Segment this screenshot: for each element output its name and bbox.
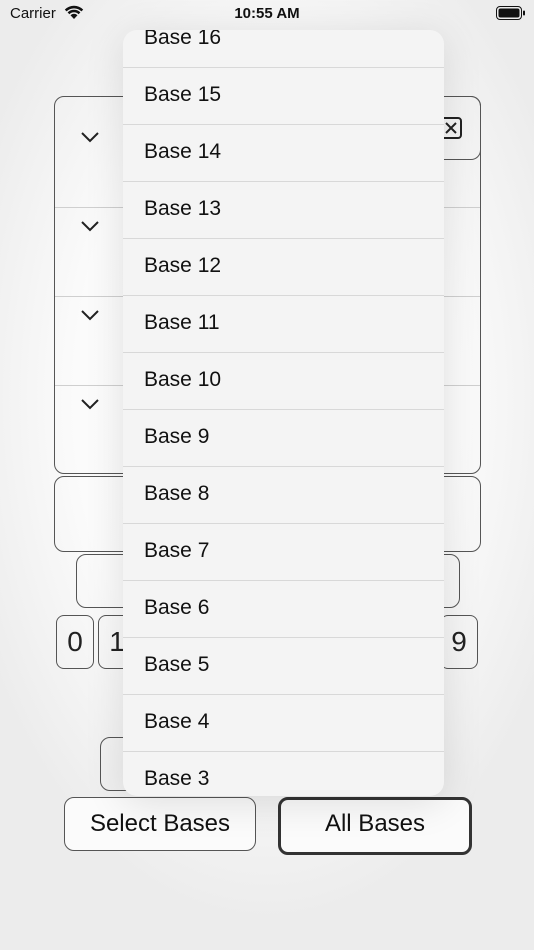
list-item-label: Base 16 [144,30,222,49]
clock: 10:55 AM [234,5,300,22]
list-item-label: Base 4 [144,710,210,733]
all-bases-button[interactable]: All Bases [278,797,472,855]
list-item-label: Base 3 [144,767,210,790]
status-bar: Carrier 10:55 AM [0,0,534,28]
list-item-label: Base 10 [144,368,222,391]
list-item-base-8[interactable]: Base 8 [123,467,444,524]
select-bases-button[interactable]: Select Bases [64,797,256,851]
list-item-label: Base 5 [144,653,210,676]
list-item-label: Base 12 [144,254,222,277]
chevron-down-icon[interactable] [80,130,100,148]
list-item-base-3[interactable]: Base 3 [123,752,444,796]
list-item-label: Base 8 [144,482,210,505]
list-item-base-16[interactable]: Base 16 [123,30,444,68]
list-item-label: Base 13 [144,197,222,220]
chevron-down-icon[interactable] [80,219,100,237]
list-item-base-7[interactable]: Base 7 [123,524,444,581]
chevron-down-icon[interactable] [80,397,100,415]
list-item-label: Base 15 [144,83,222,106]
battery-icon [496,6,526,26]
list-item-base-10[interactable]: Base 10 [123,353,444,410]
list-item-base-5[interactable]: Base 5 [123,638,444,695]
base-picker-popover: Base 16 Base 15 Base 14 Base 13 Base 12 … [123,30,444,796]
list-item-base-4[interactable]: Base 4 [123,695,444,752]
list-item-base-13[interactable]: Base 13 [123,182,444,239]
list-item-base-6[interactable]: Base 6 [123,581,444,638]
list-item-label: Base 14 [144,140,222,163]
list-item-label: Base 9 [144,425,210,448]
list-item-base-15[interactable]: Base 15 [123,68,444,125]
list-item-base-11[interactable]: Base 11 [123,296,444,353]
list-item-label: Base 6 [144,596,210,619]
digit-key-9[interactable]: 9 [440,615,478,669]
list-item-base-14[interactable]: Base 14 [123,125,444,182]
chevron-down-icon[interactable] [80,308,100,326]
base-list: Base 16 Base 15 Base 14 Base 13 Base 12 … [123,30,444,796]
list-item-base-12[interactable]: Base 12 [123,239,444,296]
list-item-label: Base 11 [144,311,220,334]
digit-key-0[interactable]: 0 [56,615,94,669]
list-item-label: Base 7 [144,539,210,562]
list-item-base-9[interactable]: Base 9 [123,410,444,467]
